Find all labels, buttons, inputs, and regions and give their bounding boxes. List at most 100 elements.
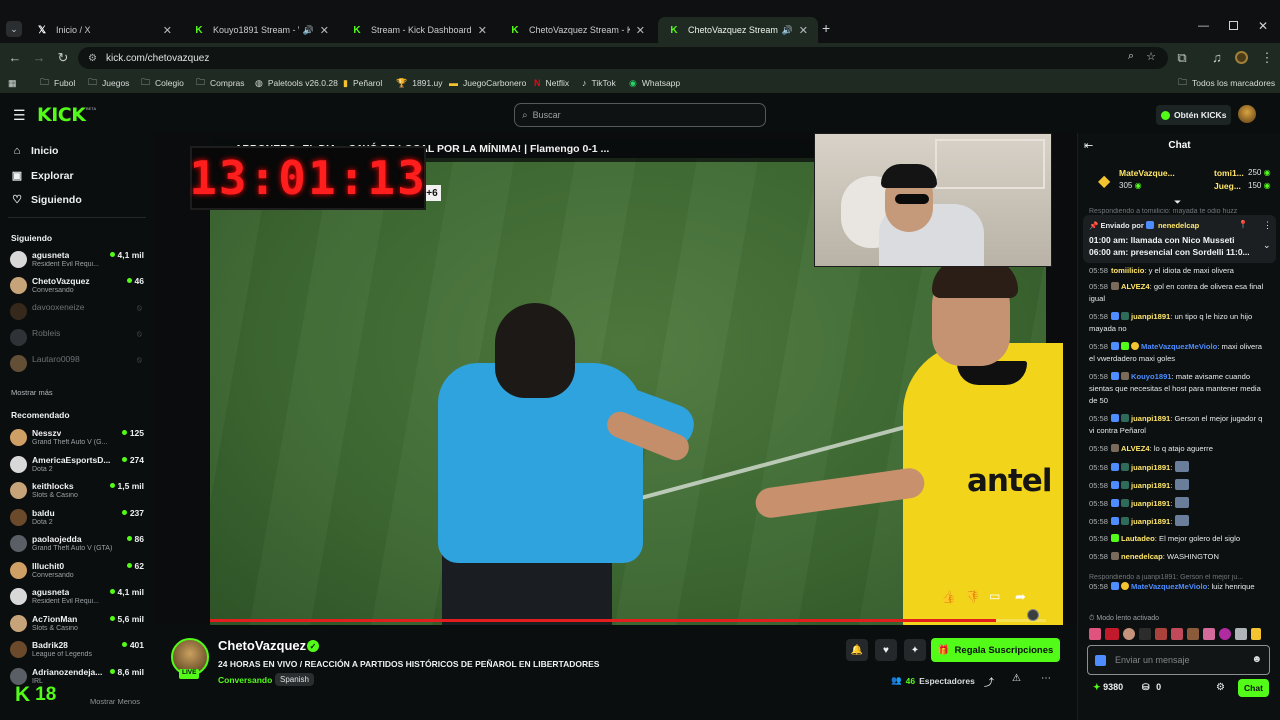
bookmark-juegocarbonero[interactable]: ▬ JuegoCarbonero [449,72,526,94]
extensions-icon[interactable]: ⧉ [1170,43,1194,72]
chat-message[interactable]: 05:58 tomiilicio: y el idiota de maxi oli… [1089,265,1269,277]
get-kicks-button[interactable]: Obtén KICKs [1156,105,1231,125]
fullscreen-icon[interactable] [1027,609,1039,621]
bookmark-compras[interactable]: 🗀 Compras [196,72,245,94]
apps-grid-icon[interactable]: ▦ [8,72,22,94]
bookmark-fubol[interactable]: 🗀 Fubol [40,72,75,94]
chat-username[interactable]: juanpi1891 [1131,414,1170,423]
chat-message[interactable]: 05:58 ALVEZ4: lo q atajo aguerre [1089,443,1269,455]
nav-explore[interactable]: ▣ Explorar [10,169,74,183]
bookmark-netflix[interactable]: N Netflix [534,72,569,94]
chat-message[interactable]: 05:58 nenedelcap: WASHINGTON [1089,551,1269,563]
chat-settings-gear-icon[interactable]: ⚙ [1216,682,1225,693]
dislike-icon[interactable]: 👎 [965,590,980,604]
tab-kick-dashboard[interactable]: K Stream - Kick Dashboard ✕ [341,17,497,43]
chat-message[interactable]: 05:58 MateVazquezMeViolo: maxi olivera el… [1089,341,1269,365]
like-icon[interactable]: 👍 [941,590,956,604]
nav-home[interactable]: ⌂ Inicio [10,145,59,157]
share-icon[interactable]: ⤴ [984,674,994,689]
top-gifter-2-name[interactable]: tomi1... [1214,168,1244,178]
user-avatar[interactable] [1238,105,1256,123]
share-video-icon[interactable]: ➦ [1015,589,1026,605]
report-warning-icon[interactable]: ⚠ [1012,673,1021,684]
sparkle-button[interactable]: ✦ [904,639,926,661]
chat-username[interactable]: tomiilicio [1111,266,1144,275]
expand-pinned-icon[interactable]: ⌄ [1263,240,1271,251]
channel-list-item[interactable]: Lautaro0098 ⦸ [10,351,144,375]
chat-username[interactable]: juanpi1891 [1131,463,1170,472]
bookmark-colegio[interactable]: 🗀 Colegio [141,72,184,94]
hamburger-menu-icon[interactable]: ☰ [13,107,26,124]
close-tab-icon[interactable]: ✕ [799,24,808,37]
channel-list-item[interactable]: agusneta Resident Evil Requi... 4,1 mil [10,584,144,608]
channel-list-item[interactable]: Ac7ionMan Slots & Casino 5,6 mil [10,611,144,635]
chat-username[interactable]: ALVEZ4 [1121,282,1150,291]
follow-heart-button[interactable]: ♥ [875,639,897,661]
reload-icon[interactable]: ↻ [51,43,75,72]
bookmark-juegos[interactable]: 🗀 Juegos [88,72,129,94]
pinned-menu-icon[interactable]: ⋮ [1263,220,1272,231]
speaker-icon[interactable]: 🔊 [303,25,314,36]
search-input[interactable]: ⌕ Buscar [514,103,766,127]
kick-logo[interactable]: KICK [37,104,86,126]
close-tab-icon[interactable]: ✕ [478,24,487,37]
all-bookmarks[interactable]: 🗀 Todos los marcadores [1178,72,1275,94]
chat-username[interactable]: juanpi1891 [1131,312,1170,321]
video-player[interactable]: antel ...ARBONERO: EL DIA... CAYÓ DE LOC… [153,133,1077,625]
minimize-window-icon[interactable]: — [1198,20,1209,32]
show-more-link[interactable]: Mostrar más [11,388,53,397]
chat-message[interactable]: 05:58 juanpi1891: [1089,497,1269,510]
chat-message[interactable]: 05:58 juanpi1891: Gerson el mejor jugador… [1089,413,1269,437]
collapse-gifters-icon[interactable]: ⏷ [1174,197,1181,208]
browser-menu-icon[interactable]: ⋮ [1255,43,1279,72]
chat-username[interactable]: Kouyo1891 [1131,372,1172,381]
nav-following[interactable]: ♡ Siguiendo [10,193,82,207]
chat-message[interactable]: 05:58 Lautadeo: El mejor golero del siglo [1089,533,1269,545]
channel-list-item[interactable]: davooxeneize ⦸ [10,299,144,323]
channel-list-item[interactable]: Badrik28 League of Legends 401 [10,637,144,661]
channel-list-item[interactable]: keithlocks Slots & Casino 1,5 mil [10,478,144,502]
back-arrow-icon[interactable]: ← [3,43,27,72]
top-gifter-1-name[interactable]: MateVazque... [1119,168,1175,178]
chat-message[interactable]: 05:58 juanpi1891: [1089,515,1269,528]
bookmark-penarol[interactable]: ▮ Peñarol [343,72,382,94]
chat-username[interactable]: juanpi1891 [1131,499,1170,508]
bookmark-tiktok[interactable]: ♪ TikTok [582,72,616,94]
chat-message[interactable]: 05:58 ALVEZ4: gol en contra de olivera es… [1089,281,1269,305]
bookmark-whatsapp[interactable]: ◉ Whatsapp [629,72,680,94]
channel-name[interactable]: ChetoVazquez [218,638,306,653]
bookmark-star-icon[interactable]: ☆ [1146,50,1156,63]
chat-message[interactable]: 05:58 Kouyo1891: mate avisame cuando sien… [1089,371,1269,407]
pinned-message[interactable]: 📌 Enviado por nenedelcap 📍 ⋮ 01:00 am: l… [1083,215,1276,263]
gift-subs-button[interactable]: 🎁 Regala Suscripciones [931,638,1060,662]
more-options-icon[interactable]: ⋯ [1041,673,1051,684]
tab-search-chevron-icon[interactable]: ⌄ [6,21,22,37]
notification-bell-button[interactable]: 🔔 [846,639,868,661]
chat-message[interactable]: 05:58 juanpi1891: [1089,479,1269,492]
emote-strip[interactable] [1089,628,1275,640]
show-less-link[interactable]: Mostrar Menos [90,697,140,706]
chat-username[interactable]: Lautadeo [1121,534,1155,543]
bookmark-1891uy[interactable]: 🏆 1891.uy [396,72,442,94]
channel-list-item[interactable]: Robleis ⦸ [10,325,144,349]
channel-list-item[interactable]: Illuchit0 Conversando 62 [10,558,144,582]
close-window-icon[interactable]: ✕ [1258,19,1268,33]
chat-message[interactable]: 05:58 juanpi1891: [1089,461,1269,474]
chat-username[interactable]: MateVazquezMeViolo [1141,342,1217,351]
speaker-icon[interactable]: 🔊 [782,25,793,36]
zoom-icon[interactable]: ⌕ [1128,50,1134,63]
progress-track[interactable] [210,619,1046,622]
chat-username[interactable]: ALVEZ4 [1121,444,1150,453]
url-bar[interactable]: ⚙ kick.com/chetovazquez ⌕ ☆ [78,47,1168,69]
language-tag[interactable]: Spanish [275,673,314,686]
maximize-window-icon[interactable] [1229,21,1238,30]
site-info-icon[interactable]: ⚙ [88,53,97,64]
close-tab-icon[interactable]: ✕ [163,24,172,37]
bookmark-paletools[interactable]: ◍ Paletools v26.0.28 [255,72,338,94]
forward-arrow-icon[interactable]: → [27,43,51,72]
tab-x-home[interactable]: 𝕏 Inicio / X ✕ [26,17,182,43]
emoji-picker-icon[interactable]: ☻ [1251,654,1262,665]
channel-list-item[interactable]: baldu Dota 2 237 [10,505,144,529]
close-tab-icon[interactable]: ✕ [636,24,645,37]
tab-cheto-watch-active[interactable]: K ChetoVazquez Stream - Wa 🔊 ✕ [658,17,818,43]
